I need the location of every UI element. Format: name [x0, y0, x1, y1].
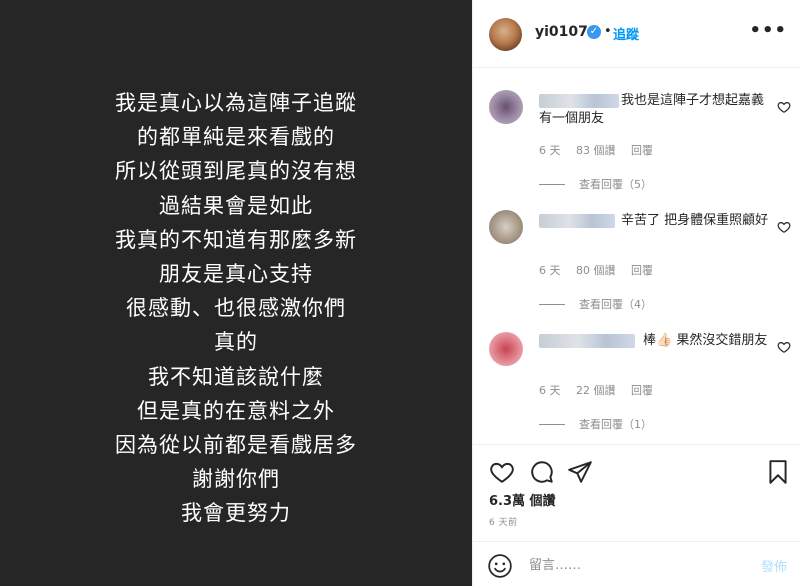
- share-icon[interactable]: [567, 459, 593, 485]
- comment-time: 6 天: [539, 264, 561, 277]
- post-text-line: 我是真心以為這陣子追蹤: [115, 91, 357, 115]
- comment-item: 辛苦了 把身體保重照顧好 6 天 80 個讚 回覆 查看回覆（4）: [473, 188, 800, 311]
- post-text-line: 很感動、也很感激你們: [126, 296, 346, 321]
- reply-button[interactable]: 回覆: [631, 144, 653, 157]
- post-comment-button[interactable]: 發佈: [761, 556, 787, 575]
- replies-divider: [539, 423, 565, 425]
- post-likes-count[interactable]: 6.3萬 個讚: [489, 490, 556, 509]
- commenter-avatar[interactable]: [489, 332, 523, 366]
- commenter-avatar[interactable]: [489, 210, 523, 244]
- post-text-line: 我不知道該說什麼: [148, 364, 324, 389]
- post-header: yi0107 ✓ • 追蹤 •••: [473, 0, 800, 68]
- user-avatar[interactable]: [489, 18, 522, 51]
- comment-icon[interactable]: [529, 459, 555, 485]
- comment-text: 辛苦了 把身體保重照顧好: [621, 213, 769, 228]
- post-text-line: 但是真的在意料之外: [137, 398, 335, 423]
- post-text-line: 因為從以前都是看戲居多: [115, 433, 357, 458]
- bookmark-icon[interactable]: [765, 459, 791, 485]
- post-text-line: 真的: [214, 330, 258, 355]
- post-actions: 6.3萬 個讚 6 天前 發佈: [473, 444, 800, 586]
- add-comment-bar: 發佈: [473, 541, 800, 586]
- view-replies[interactable]: 查看回覆（1）: [539, 416, 652, 432]
- post-text: 我是真心以為這陣子追蹤 的都單純是來看戲的 所以從頭到尾真的沒有想 過結果會是如此我真…: [0, 86, 472, 531]
- heart-icon[interactable]: [489, 459, 515, 485]
- comment-likes[interactable]: 80 個讚: [576, 264, 616, 277]
- comment-text: 我也是這陣子才想起嘉義有一個朋友: [539, 93, 765, 126]
- commenter-avatar[interactable]: [489, 90, 523, 124]
- post-text-line: 謝謝你們: [192, 467, 280, 492]
- reply-button[interactable]: 回覆: [631, 384, 653, 397]
- post-text-line: 朋友是真心支持: [159, 262, 313, 287]
- follow-button[interactable]: 追蹤: [613, 24, 639, 43]
- comment-item: 棒👍🏻 果然沒交錯朋友 6 天 22 個讚 回覆 查看回覆（1）: [473, 308, 800, 431]
- view-replies-label[interactable]: 查看回覆（1）: [579, 416, 652, 432]
- comment-meta: 6 天 83 個讚 回覆: [539, 142, 665, 158]
- post-text-line: 過結果會是如此: [159, 193, 313, 218]
- post-time-ago[interactable]: 6 天前: [489, 515, 518, 528]
- verified-badge-icon: ✓: [587, 25, 601, 39]
- comment-time: 6 天: [539, 384, 561, 397]
- post-text-line: 我會更努力: [181, 501, 291, 526]
- comment-text: 棒👍🏻 果然沒交錯朋友: [643, 333, 768, 348]
- like-comment-icon[interactable]: [777, 340, 791, 354]
- emoji-icon[interactable]: [487, 553, 513, 579]
- post-text-line: 我真的不知道有那麼多新: [115, 227, 357, 252]
- username-link[interactable]: yi0107: [535, 24, 588, 40]
- like-comment-icon[interactable]: [777, 220, 791, 234]
- comment-likes[interactable]: 83 個讚: [576, 144, 616, 157]
- replies-divider: [539, 303, 565, 305]
- more-options-icon[interactable]: •••: [749, 20, 787, 41]
- comment-item: 我也是這陣子才想起嘉義有一個朋友 6 天 83 個讚 回覆 查看回覆（5）: [473, 68, 800, 191]
- comment-time: 6 天: [539, 144, 561, 157]
- post-text-line: 的都單純是來看戲的: [137, 125, 335, 150]
- replies-divider: [539, 183, 565, 185]
- comment-likes[interactable]: 22 個讚: [576, 384, 616, 397]
- post-side-panel: yi0107 ✓ • 追蹤 ••• 我也是這陣子才想起嘉義有一個朋友 6 天 8…: [472, 0, 800, 586]
- post-text-line: 所以從頭到尾真的沒有想: [115, 159, 357, 184]
- like-comment-icon[interactable]: [777, 100, 791, 114]
- comment-meta: 6 天 22 個讚 回覆: [539, 382, 665, 398]
- header-separator: •: [604, 24, 612, 39]
- reply-button[interactable]: 回覆: [631, 264, 653, 277]
- comment-input[interactable]: [529, 554, 739, 576]
- comment-meta: 6 天 80 個讚 回覆: [539, 262, 665, 278]
- post-image[interactable]: 我是真心以為這陣子追蹤 的都單純是來看戲的 所以從頭到尾真的沒有想 過結果會是如此我真…: [0, 0, 472, 586]
